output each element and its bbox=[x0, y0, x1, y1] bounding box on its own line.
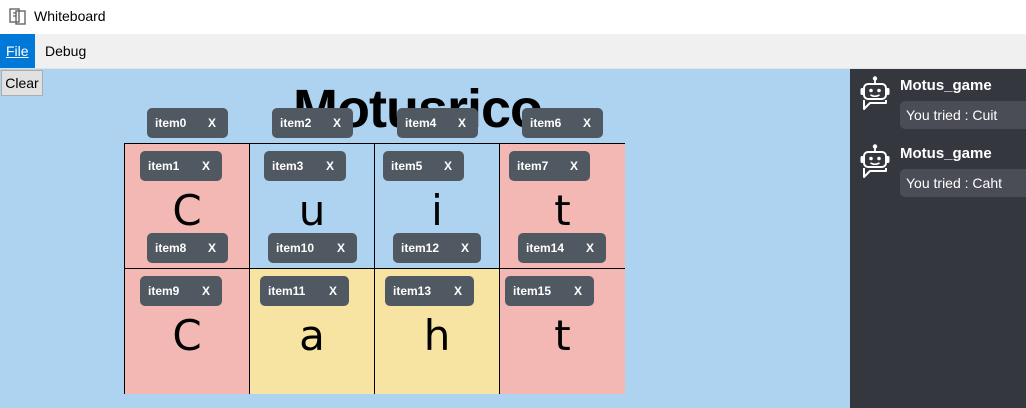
window-title: Whiteboard bbox=[34, 8, 106, 24]
item-tag[interactable]: item2 X bbox=[272, 108, 353, 138]
remove-item-button[interactable]: X bbox=[208, 233, 216, 263]
remove-item-button[interactable]: X bbox=[461, 233, 469, 263]
item-tag-label: item11 bbox=[268, 284, 306, 298]
item-tag-label: item8 bbox=[155, 241, 187, 255]
item-tag[interactable]: item7 X bbox=[509, 151, 590, 181]
title-bar: Whiteboard bbox=[0, 0, 1026, 34]
cell-letter: a bbox=[299, 311, 325, 360]
item-tag[interactable]: item14 X bbox=[518, 233, 606, 263]
item-tag-label: item0 bbox=[155, 116, 187, 130]
remove-item-button[interactable]: X bbox=[570, 151, 578, 181]
item-tag-label: item14 bbox=[526, 241, 565, 255]
message-author: Motus_game bbox=[900, 145, 992, 162]
item-tag-label: item13 bbox=[393, 284, 432, 298]
item-tag-label: item4 bbox=[405, 116, 437, 130]
menu-bar: File Debug bbox=[0, 34, 1026, 69]
item-tag-label: item5 bbox=[391, 159, 423, 173]
message-bubble: You tried : Caht bbox=[900, 169, 1026, 197]
item-tag-label: item7 bbox=[517, 159, 549, 173]
robot-icon bbox=[858, 75, 892, 111]
clear-button[interactable]: Clear bbox=[1, 70, 43, 96]
remove-item-button[interactable]: X bbox=[586, 233, 594, 263]
item-tag[interactable]: item6 X bbox=[522, 108, 603, 138]
menu-debug[interactable]: Debug bbox=[39, 34, 92, 68]
item-tag[interactable]: item0 X bbox=[147, 108, 228, 138]
item-tag[interactable]: item13 X bbox=[385, 276, 474, 306]
item-tag-label: item9 bbox=[148, 284, 180, 298]
item-tag-label: item1 bbox=[148, 159, 180, 173]
menu-file[interactable]: File bbox=[0, 34, 35, 68]
remove-item-button[interactable]: X bbox=[574, 276, 582, 306]
remove-item-button[interactable]: X bbox=[583, 108, 591, 138]
cell-letter: C bbox=[172, 311, 202, 360]
item-tag-label: item15 bbox=[513, 284, 552, 298]
item-tag[interactable]: item12 X bbox=[393, 233, 481, 263]
remove-item-button[interactable]: X bbox=[202, 151, 210, 181]
remove-item-button[interactable]: X bbox=[337, 233, 345, 263]
whiteboard-canvas[interactable]: Clear Motusrico C u i t C a h t item0 X bbox=[0, 69, 850, 408]
item-tag-label: item10 bbox=[276, 241, 315, 255]
cell-letter: C bbox=[172, 186, 202, 235]
remove-item-button[interactable]: X bbox=[208, 108, 216, 138]
item-tag[interactable]: item5 X bbox=[383, 151, 464, 181]
remove-item-button[interactable]: X bbox=[333, 108, 341, 138]
chat-panel[interactable]: Motus_game You tried : Cuit Motus_game Y… bbox=[850, 69, 1026, 408]
item-tag-label: item6 bbox=[530, 116, 562, 130]
robot-icon bbox=[858, 143, 892, 179]
item-tag[interactable]: item8 X bbox=[147, 233, 228, 263]
remove-item-button[interactable]: X bbox=[454, 276, 462, 306]
item-tag-label: item12 bbox=[401, 241, 440, 255]
cell-letter: t bbox=[554, 186, 571, 235]
item-tag[interactable]: item10 X bbox=[268, 233, 357, 263]
item-tag-label: item2 bbox=[280, 116, 312, 130]
cell-letter: u bbox=[298, 186, 326, 235]
item-tag[interactable]: item1 X bbox=[140, 151, 222, 181]
item-tag[interactable]: item9 X bbox=[140, 276, 222, 306]
item-tag[interactable]: item11 X bbox=[260, 276, 349, 306]
message-bubble: You tried : Cuit bbox=[900, 101, 1026, 129]
cell-letter: i bbox=[431, 186, 443, 235]
remove-item-button[interactable]: X bbox=[202, 276, 210, 306]
item-tag-label: item3 bbox=[272, 159, 304, 173]
remove-item-button[interactable]: X bbox=[444, 151, 452, 181]
message-author: Motus_game bbox=[900, 77, 992, 94]
remove-item-button[interactable]: X bbox=[326, 151, 334, 181]
cell-letter: h bbox=[423, 311, 451, 360]
remove-item-button[interactable]: X bbox=[458, 108, 466, 138]
item-tag[interactable]: item4 X bbox=[397, 108, 478, 138]
app-logo-icon bbox=[8, 6, 28, 26]
item-tag[interactable]: item3 X bbox=[264, 151, 346, 181]
item-tag[interactable]: item15 X bbox=[505, 276, 594, 306]
cell-letter: t bbox=[554, 311, 571, 360]
remove-item-button[interactable]: X bbox=[329, 276, 337, 306]
